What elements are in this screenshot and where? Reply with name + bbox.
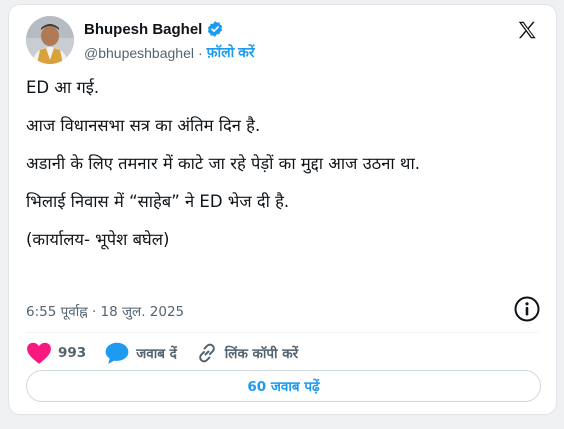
action-bar: 993 जवाब दें लिंक कॉपी करें <box>26 338 316 368</box>
tweet-line: भिलाई निवास में “साहेब” ने ED भेज दी है. <box>26 192 290 211</box>
separator: · <box>197 44 203 61</box>
tweet-card: Bhupesh Baghel @bhupeshbaghel · फ़ॉलो कर… <box>8 4 557 415</box>
tweet-line: आज विधानसभा सत्र का अंतिम दिन है. <box>26 116 261 135</box>
copy-link-button[interactable]: लिंक कॉपी करें <box>195 341 298 365</box>
x-logo-icon[interactable] <box>516 19 538 41</box>
author-name[interactable]: Bhupesh Baghel <box>84 21 202 38</box>
author-handle[interactable]: @bhupeshbaghel <box>84 45 194 61</box>
timestamp[interactable]: 6:55 पूर्वाह्न · 18 जुल. 2025 <box>26 302 184 320</box>
like-button[interactable]: 993 <box>26 341 86 365</box>
like-count: 993 <box>58 345 87 361</box>
reply-label: जवाब दें <box>136 346 177 362</box>
avatar[interactable] <box>26 16 74 64</box>
tweet-line: अडानी के लिए तमनार में काटे जा रहे पेड़ो… <box>26 154 420 173</box>
author-name-row: Bhupesh Baghel <box>84 20 224 38</box>
reply-bubble-icon <box>105 342 129 364</box>
tweet-line: (कार्यालय- भूपेश बघेल) <box>26 230 170 249</box>
link-icon <box>198 343 215 363</box>
info-icon[interactable] <box>513 295 541 323</box>
tweet-line: ED आ गई. <box>26 78 100 97</box>
copy-link-label: लिंक कॉपी करें <box>224 346 299 362</box>
heart-icon <box>27 342 51 364</box>
follow-button[interactable]: फ़ॉलो करें <box>207 43 255 62</box>
tweet-text: ED आ गई. आज विधानसभा सत्र का अंतिम दिन ह… <box>26 76 541 266</box>
divider <box>26 332 539 333</box>
read-replies-button[interactable]: 60 जवाब पढ़ें <box>26 370 541 402</box>
verified-badge-icon <box>206 20 224 38</box>
reply-button[interactable]: जवाब दें <box>104 341 177 365</box>
handle-row: @bhupeshbaghel · फ़ॉलो करें <box>84 43 255 62</box>
